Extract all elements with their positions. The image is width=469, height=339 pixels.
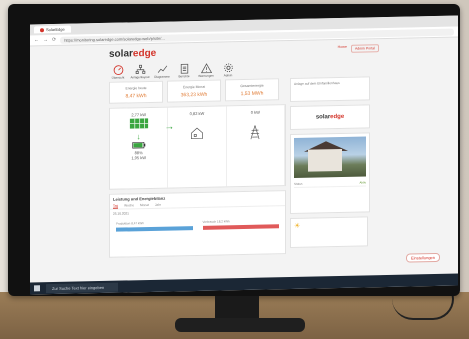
chart-icon (157, 65, 167, 73)
house-wall (308, 148, 342, 172)
site-details: Status Aktiv (291, 179, 369, 188)
admin-portal-button[interactable]: Admin Portal (350, 44, 379, 53)
logo-card: solaredge (290, 104, 370, 131)
sun-icon: ☀ (294, 222, 301, 230)
nav-label: Berichte (178, 74, 190, 79)
consumption-value: 18,2 kWh (217, 219, 230, 224)
grid-cell: 0 kW (226, 105, 285, 187)
windows-taskbar: Zur Suche Text hier eingeben (30, 273, 458, 295)
home-cell: 0,82 kW → (164, 106, 227, 188)
solaredge-page: solaredge Home Admin Portal Übersicht An… (109, 41, 379, 258)
monitor-bezel: SolarEdge ← → ⟳ https://monitoring.solar… (8, 4, 460, 296)
sitemap-icon (135, 64, 145, 75)
kpi-label: Energie Monat (182, 84, 206, 90)
windows-start-icon[interactable] (34, 285, 40, 292)
nav-admin[interactable]: Admin (221, 62, 235, 77)
kpi-label: Energie heute (125, 86, 147, 91)
forward-icon[interactable]: → (43, 37, 48, 43)
gauge-icon (113, 65, 123, 75)
site-photo-card: Status Aktiv (290, 132, 370, 215)
gear-icon (223, 63, 233, 73)
pv-cell: 2,77 kW ↓ 88% 1,95 kW (110, 107, 169, 189)
nav-overview[interactable]: Übersicht (111, 64, 125, 80)
nav-label: Anlagenlayout (130, 74, 150, 80)
monitor-screen: SolarEdge ← → ⟳ https://monitoring.solar… (30, 15, 458, 295)
settings-pill[interactable]: Einstellungen (405, 252, 440, 263)
nav-layout[interactable]: Anlagenlayout (130, 64, 150, 80)
solaredge-logo-small: solaredge (315, 113, 345, 121)
side-column: Anlage auf dem Einfamilienhaus solaredge (290, 76, 370, 254)
monitor-stand-foot (175, 318, 305, 332)
tab-year[interactable]: Jahr (155, 203, 161, 208)
site-info-card: Anlage auf dem Einfamilienhaus (290, 76, 370, 103)
production-bars: Produktion 8,47 kWh Verbrauch 18,2 kWh (110, 214, 285, 238)
solaredge-favicon-icon (40, 27, 44, 32)
browser-tab[interactable]: SolarEdge (34, 25, 71, 34)
consumption-box: Verbrauch 18,2 kWh (202, 218, 279, 232)
content-row: Energie heute 8,47 kWh Energie Monat 363… (109, 76, 379, 258)
detail-row: Status Aktiv (294, 179, 366, 188)
nav-label: Admin (223, 73, 233, 78)
solaredge-logo: solaredge (109, 47, 157, 60)
browser-tab-title: SolarEdge (46, 26, 65, 33)
nav-reports[interactable]: Berichte (177, 63, 191, 78)
reload-icon[interactable]: ⟳ (52, 37, 56, 43)
production-label: Produktion (116, 221, 131, 226)
battery-power: 1,95 kW (131, 155, 146, 161)
main-column: Energie heute 8,47 kWh Energie Monat 363… (109, 78, 286, 258)
production-box: Produktion 8,47 kWh (116, 220, 193, 234)
arrow-right-icon: → (164, 121, 175, 133)
battery-icon (132, 141, 145, 149)
kpi-card: Energie heute 8,47 kWh (109, 80, 163, 104)
consumption-label: Verbrauch (202, 219, 217, 224)
kpi-label: Gesamtenergie (240, 83, 264, 89)
tab-day[interactable]: Tag (113, 203, 119, 209)
kpi-value: 1,53 MWh (240, 90, 264, 98)
site-description: Anlage auf dem Einfamilienhaus (294, 80, 340, 86)
weather-card: ☀ (290, 216, 368, 249)
site-photo (294, 136, 366, 178)
home-link[interactable]: Home (338, 45, 347, 53)
consumption-bar (202, 224, 279, 230)
kpi-row: Energie heute 8,47 kWh Energie Monat 363… (109, 78, 286, 104)
production-card: Leistung und Energiebilanz Tag Woche Mon… (109, 190, 286, 258)
nav-label: Übersicht (111, 75, 125, 80)
tab-week[interactable]: Woche (124, 203, 134, 208)
nav-label: Warnungen (198, 73, 214, 78)
kpi-card: Gesamtenergie 1,53 MWh (225, 78, 279, 102)
power-tower-icon (250, 125, 260, 140)
production-value: 8,47 kWh (131, 221, 144, 226)
kpi-value: 8,47 kWh (125, 93, 147, 100)
house-icon (191, 127, 203, 140)
production-bar (116, 226, 193, 232)
report-icon (180, 63, 188, 74)
header-actions: Home Admin Portal (338, 44, 379, 53)
nav-alerts[interactable]: Warnungen (198, 63, 214, 78)
tab-month[interactable]: Monat (140, 203, 149, 208)
taskbar-search[interactable]: Zur Suche Text hier eingeben (46, 282, 118, 293)
grid-power: 0 kW (250, 109, 260, 115)
nav-label: Diagramme (154, 74, 170, 79)
kpi-card: Energie Monat 363,23 kWh (167, 79, 221, 103)
power-flow-card: 2,77 kW ↓ 88% 1,95 kW 0,82 kW → 0 kW (109, 104, 286, 190)
warning-icon (200, 63, 212, 74)
home-power: 0,82 kW (189, 110, 205, 117)
back-icon[interactable]: ← (34, 37, 39, 43)
solar-panel-icon (129, 118, 148, 129)
nav-charts[interactable]: Diagramme (154, 64, 170, 79)
kpi-value: 363,23 kWh (180, 91, 208, 99)
